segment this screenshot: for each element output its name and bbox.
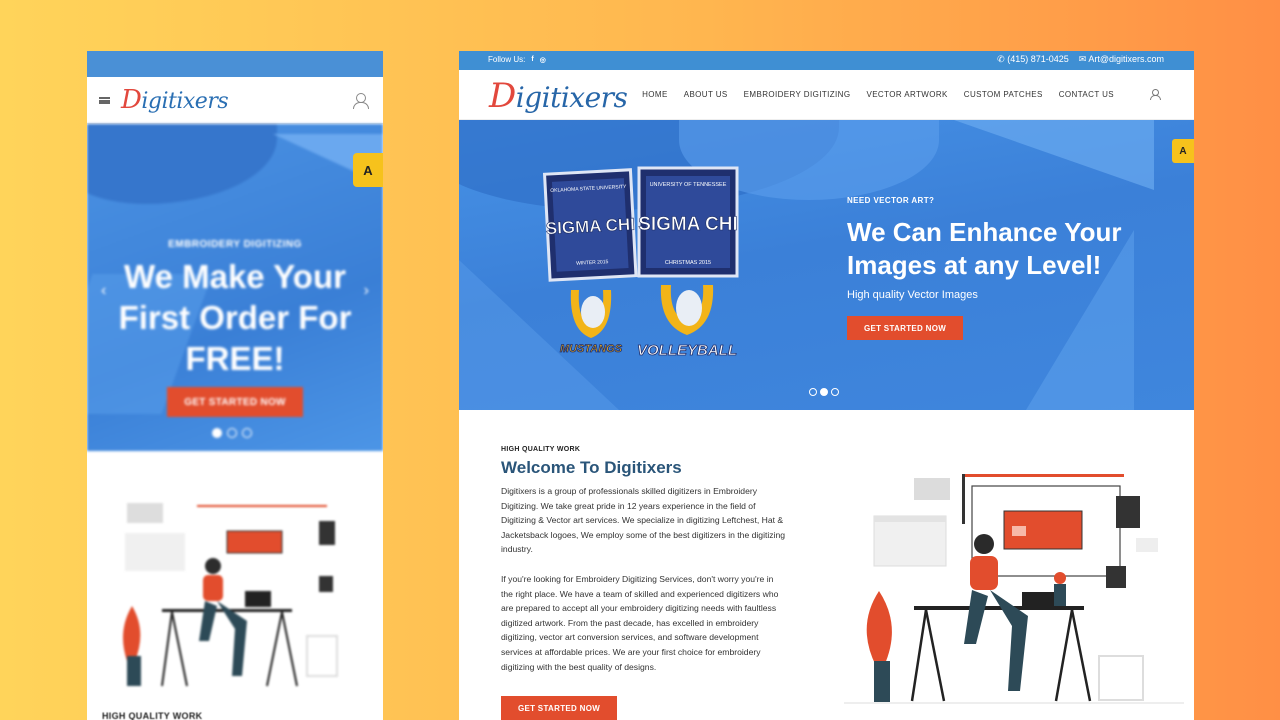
accessibility-badge-icon[interactable]: A [1172,139,1194,163]
slider-dot[interactable] [212,428,222,438]
nav-custom-patches[interactable]: CUSTOM PATCHES [964,90,1043,99]
patch4-text: VOLLEYBALL [637,342,737,359]
workstation-illustration [844,474,1184,704]
slider-dot[interactable] [809,388,817,396]
nav-vector-artwork[interactable]: VECTOR ARTWORK [866,90,947,99]
chevron-left-icon[interactable]: ‹ [101,282,106,300]
slider-dot[interactable] [242,428,252,438]
follow-label: Follow Us: [488,55,526,64]
about-paragraph-2: If you're looking for Embroidery Digitiz… [501,574,779,672]
about-heading: Welcome To Digitixers [501,458,682,477]
mobile-hero-title: We Make Your First Order For FREE! [118,258,352,377]
main-nav: HOME ABOUT US EMBROIDERY DIGITIZING VECT… [642,89,1161,100]
slider-dot[interactable] [227,428,237,438]
nav-about-us[interactable]: ABOUT US [684,90,728,99]
about-section: HIGH QUALITY WORK Welcome To Digitixers … [459,411,1194,720]
nav-contact-us[interactable]: CONTACT US [1059,90,1114,99]
mobile-workstation-illustration [123,503,338,687]
hero-slider-dots [809,388,839,396]
about-kicker: HIGH QUALITY WORK [501,446,581,453]
mobile-hero-kicker: EMBROIDERY DIGITIZING [168,239,302,250]
facebook-icon[interactable]: f [531,56,533,63]
desktop-header: Digitixers HOME ABOUT US EMBROIDERY DIGI… [459,70,1194,120]
user-account-icon[interactable] [353,93,369,109]
about-get-started-button[interactable]: GET STARTED NOW [501,696,617,720]
about-paragraph-1: Digitixers is a group of professionals s… [501,486,786,555]
social-links: Follow Us: f ◎ [488,55,546,64]
accessibility-badge-icon[interactable]: A [353,153,383,187]
patch2-top-text: UNIVERSITY OF TENNESSEE [650,182,727,188]
mobile-slider-dots [212,428,252,438]
mobile-preview: Digitixers EMBROIDERY DIGITIZING We Make… [87,51,383,720]
patch2-bottom-text: CHRISTMAS 2015 [665,260,711,266]
email-address: Art@digitixers.com [1088,54,1164,64]
mobile-get-started-button[interactable]: GET STARTED NOW [167,387,303,417]
slider-dot[interactable] [831,388,839,396]
email-icon: ✉ [1078,54,1087,64]
chevron-right-icon[interactable]: › [364,282,369,300]
patch3-text: MUSTANGS [560,343,623,355]
mobile-header: Digitixers [87,77,383,124]
desktop-topbar: Follow Us: f ◎ ✆ (415) 871-0425 ✉ Art@di… [459,51,1194,70]
hero-title: We Can Enhance Your Images at any Level! [847,217,1122,280]
phone-icon: ✆ [997,54,1005,64]
mobile-hero: EMBROIDERY DIGITIZING We Make Your First… [87,124,383,451]
mobile-logo-text: igitixers [141,89,229,114]
desktop-logo-text: igitixers [515,81,628,114]
phone-number: (415) 871-0425 [1007,54,1069,64]
hero-subtitle: High quality Vector Images [847,289,978,301]
patch2-main-text: SIGMA CHI [638,214,738,235]
hero-get-started-button[interactable]: GET STARTED NOW [847,316,963,340]
hero-kicker: NEED VECTOR ART? [847,196,935,205]
embroidered-patches-image: OKLAHOMA STATE UNIVERSITY SIGMA CHI WINT… [542,166,739,359]
mobile-topbar [87,51,383,77]
contact-info: ✆ (415) 871-0425 ✉ Art@digitixers.com [997,54,1164,65]
desktop-logo[interactable]: Digitixers [489,76,628,116]
desktop-hero-slider: OKLAHOMA STATE UNIVERSITY SIGMA CHI WINT… [459,120,1194,410]
desktop-preview: Follow Us: f ◎ ✆ (415) 871-0425 ✉ Art@di… [459,51,1194,720]
nav-home[interactable]: HOME [642,90,668,99]
email-link[interactable]: ✉ Art@digitixers.com [1079,54,1164,65]
hamburger-menu-icon[interactable] [99,97,110,104]
nav-embroidery-digitizing[interactable]: EMBROIDERY DIGITIZING [744,90,851,99]
slider-dot[interactable] [820,388,828,396]
instagram-icon[interactable]: ◎ [540,56,546,64]
mobile-section-kicker: HIGH QUALITY WORK [102,711,203,720]
mobile-logo[interactable]: Digitixers [121,85,229,115]
user-account-icon[interactable] [1150,89,1161,100]
phone-link[interactable]: ✆ (415) 871-0425 [997,54,1069,65]
